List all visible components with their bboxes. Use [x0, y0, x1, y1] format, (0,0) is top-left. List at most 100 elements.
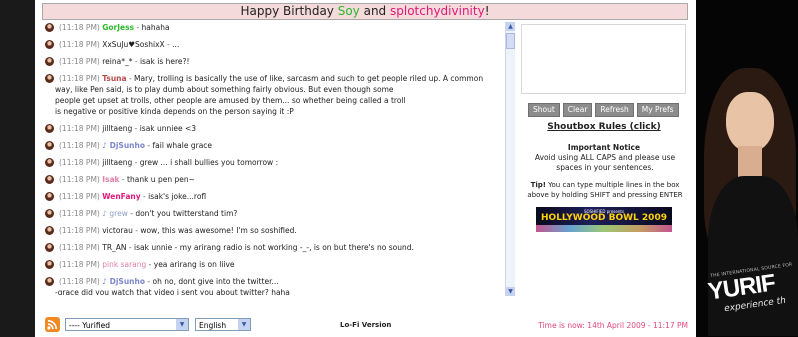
shoutbox-panel: Shout Clear Refresh My Prefs Shoutbox Rules…	[518, 22, 690, 295]
hollywood-bowl-banner[interactable]: SOSHIFIED presents HOLLYWOOD BOWL 2009	[536, 207, 672, 232]
message-username[interactable]: XxSuJu♥SoshixX	[102, 40, 164, 49]
lofi-version-link[interactable]: Lo-Fi Version	[340, 321, 391, 329]
refresh-button[interactable]: Refresh	[595, 103, 634, 117]
page-frame: Happy Birthday Soy and splotchydivinity!…	[35, 0, 696, 337]
banner-and: and	[359, 4, 390, 18]
shoutbox-buttons: Shout Clear Refresh My Prefs	[528, 97, 682, 117]
chat-message: (11:18 PM) victorau - wow, this was awes…	[43, 225, 508, 236]
arrow-up-icon[interactable]: ▲	[506, 22, 515, 31]
message-time: (11:18 PM)	[59, 40, 100, 49]
message-username[interactable]: WenFany	[102, 192, 140, 201]
message-time: (11:18 PM)	[59, 57, 100, 66]
message-username[interactable]: jilltaeng	[102, 158, 132, 167]
shout-button[interactable]: Shout	[528, 103, 560, 117]
banner-ad-title: HOLLYWOOD BOWL 2009	[541, 213, 667, 223]
side-photo: THE INTERNATIONAL SOURCE FOR YURIF exper…	[696, 0, 798, 337]
chat-message: (11:18 PM) reina*_* - isak is here?!	[43, 56, 508, 67]
chevron-down-icon[interactable]: ▼	[176, 319, 188, 330]
chat-scrollbar[interactable]: ▲ ▼	[505, 22, 515, 296]
message-username[interactable]: pink sarang	[102, 260, 146, 269]
avatar-icon[interactable]	[45, 141, 54, 150]
message-time: (11:18 PM)	[59, 74, 100, 83]
banner-prefix: Happy Birthday	[240, 4, 338, 18]
avatar-icon[interactable]	[45, 260, 54, 269]
arrow-down-icon[interactable]: ▼	[506, 287, 515, 296]
avatar-icon[interactable]	[45, 175, 54, 184]
message-text: fail whale grace	[152, 141, 213, 150]
message-continuation: people get upset at trolls, other people…	[55, 96, 406, 105]
message-time: (11:18 PM)	[59, 175, 100, 184]
banner-name-soy: Soy	[337, 4, 360, 18]
chat-message: (11:18 PM) jilltaeng - isak unniee <3	[43, 123, 508, 134]
chat-message: (11:18 PM) ♪ grew - don't you twittersta…	[43, 208, 508, 219]
avatar-icon[interactable]	[45, 40, 54, 49]
language-select-value: English	[199, 321, 227, 330]
clear-button[interactable]: Clear	[562, 103, 593, 117]
message-time: (11:18 PM)	[59, 209, 100, 218]
tip-text: Tip! You can type multiple lines in the …	[520, 180, 690, 200]
message-text: isak is here?!	[139, 57, 190, 66]
avatar-icon[interactable]	[45, 23, 54, 32]
message-time: (11:18 PM)	[59, 158, 100, 167]
message-text: isak unniee <3	[139, 124, 197, 133]
avatar-icon[interactable]	[45, 158, 54, 167]
message-username[interactable]: ♪ grew	[102, 209, 128, 218]
message-time: (11:18 PM)	[59, 277, 100, 286]
language-select[interactable]: English ▼	[195, 318, 251, 331]
avatar-icon[interactable]	[45, 277, 54, 286]
chat-message: (11:18 PM) pink sarang - yea arirang is …	[43, 259, 508, 270]
important-notice-text: Avoid using ALL CAPS and please use spac…	[534, 153, 676, 172]
chat-message: (11:18 PM) ♪ DjSunho - oh no, dont give …	[43, 276, 508, 287]
theme-select-value: ---- Yurified	[69, 321, 110, 330]
birthday-banner: Happy Birthday Soy and splotchydivinity!	[42, 3, 688, 20]
avatar-icon[interactable]	[45, 209, 54, 218]
chat-message: (11:18 PM) XxSuJu♥SoshixX - ...	[43, 39, 508, 50]
message-time: (11:18 PM)	[59, 243, 100, 252]
message-text: oh no, dont give into the twitter...	[152, 277, 279, 286]
avatar-icon[interactable]	[45, 74, 54, 83]
tip-body: You can type multiple lines in the box a…	[527, 181, 683, 199]
chat-message: (11:18 PM) jilltaeng - grew ... i shall …	[43, 157, 508, 168]
message-continuation: -grace did you watch that video i sent y…	[55, 288, 290, 295]
avatar-icon[interactable]	[45, 243, 54, 252]
message-text: isak's joke...rofl	[148, 192, 207, 201]
message-text: grew ... i shall bullies you tomorrow :	[139, 158, 279, 167]
message-text: wow, this was awesome! I'm so soshified.	[140, 226, 297, 235]
tip-label: Tip!	[530, 181, 546, 189]
message-username[interactable]: GorJess	[102, 23, 134, 32]
message-username[interactable]: ♪ DjSunho	[102, 141, 145, 150]
theme-select[interactable]: ---- Yurified ▼	[65, 318, 189, 331]
message-time: (11:18 PM)	[59, 141, 100, 150]
avatar-icon[interactable]	[45, 226, 54, 235]
message-username[interactable]: victorau	[102, 226, 133, 235]
photo-face	[726, 92, 774, 152]
chat-message: (11:18 PM) ♪ DjSunho - fail whale grace	[43, 140, 508, 151]
message-username[interactable]: TR_AN	[102, 243, 126, 252]
chat-message: (11:18 PM) Tsuna - Mary, trolling is bas…	[43, 73, 508, 84]
message-username[interactable]: Isak	[102, 175, 119, 184]
chevron-down-icon[interactable]: ▼	[238, 319, 250, 330]
avatar-icon[interactable]	[45, 192, 54, 201]
chat-message: (11:18 PM) Isak - thank u pen pen~	[43, 174, 508, 185]
important-notice-title: Important Notice	[567, 143, 641, 152]
message-username[interactable]: ♪ DjSunho	[102, 277, 145, 286]
message-time: (11:18 PM)	[59, 192, 100, 201]
shout-textarea[interactable]	[521, 24, 686, 94]
message-text: ...	[172, 40, 180, 49]
chat-message: (11:18 PM) TR_AN - isak unnie - my arira…	[43, 242, 508, 253]
message-username[interactable]: Tsuna	[102, 74, 126, 83]
shoutbox-rules-link[interactable]: Shoutbox Rules (click)	[518, 122, 690, 132]
chat-message: (11:18 PM) WenFany - isak's joke...rofl	[43, 191, 508, 202]
message-text: Mary, trolling is basically the use of l…	[134, 74, 484, 83]
avatar-icon[interactable]	[45, 124, 54, 133]
message-continuation: way, like Pen said, is to play dumb abou…	[55, 85, 394, 94]
scrollbar-thumb[interactable]	[506, 33, 515, 49]
my-prefs-button[interactable]: My Prefs	[636, 103, 679, 117]
rss-icon[interactable]	[45, 317, 60, 332]
message-username[interactable]: jilltaeng	[102, 124, 132, 133]
chat-log[interactable]: (11:18 PM) GorJess - hahaha (11:18 PM) Xx…	[43, 22, 508, 295]
footer-bar: ---- Yurified ▼ English ▼ Lo-Fi Version Ti…	[35, 313, 696, 337]
message-continuation: is negative or positive kinda depends on…	[55, 107, 294, 116]
avatar-icon[interactable]	[45, 57, 54, 66]
message-username[interactable]: reina*_*	[102, 57, 132, 66]
